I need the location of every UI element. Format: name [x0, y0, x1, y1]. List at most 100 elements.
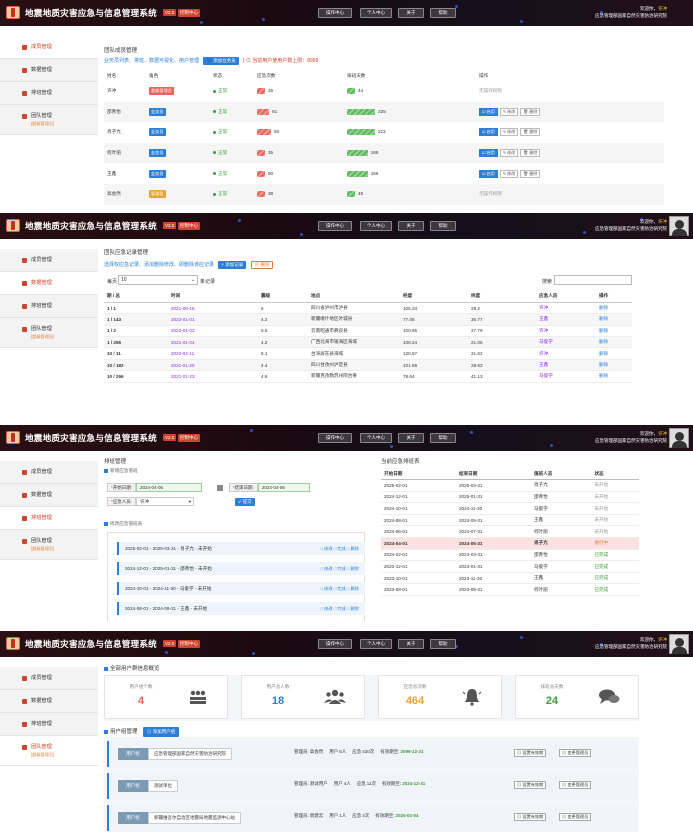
change-admin-button[interactable]: ▤ 变更管理员 [559, 781, 592, 789]
col-header[interactable]: 经度 [400, 291, 468, 303]
sidebar-item-members[interactable]: 成员管理 [0, 667, 98, 690]
nav-operation-center[interactable]: 操作中心 [318, 221, 352, 231]
start-date-field[interactable]: 2024-04-06 [136, 483, 203, 492]
nav-operation-center[interactable]: 操作中心 [318, 433, 352, 443]
delete-link[interactable]: 删除 [596, 347, 632, 360]
nav-about[interactable]: 关于 [398, 639, 424, 649]
record-latitude: 21.05 [468, 336, 536, 349]
list-item: 用户组 测试单位 管理员:测试用户 用户4人 应急11次 有效期至:2024-12-31 ▤… [107, 773, 637, 799]
sidebar-item-team[interactable]: 团队管理 [超级管理员] [0, 736, 98, 766]
sidebar-item-data[interactable]: 数据管理 [0, 272, 98, 295]
sidebar-item-team[interactable]: 团队管理 [超级管理员] [0, 105, 98, 135]
table-row: 1 / 266 2021-01-04 4.2 广西北海市银海区海域 109.24 21.0… [104, 336, 632, 349]
enable-button[interactable]: ☑ 启用 [479, 128, 498, 137]
nav-personal-center[interactable]: 个人中心 [360, 221, 392, 231]
duty-status: 未开始 [591, 514, 639, 527]
sidebar-item-team[interactable]: 团队管理 [超级管理员] [0, 318, 98, 348]
sidebar-item-team[interactable]: 团队管理 [超级管理员] [0, 530, 98, 560]
nav-personal-center[interactable]: 个人中心 [360, 8, 392, 18]
control-center-badge[interactable]: 控制中心 [178, 640, 200, 648]
sidebar-item-data[interactable]: 数据管理 [0, 59, 98, 82]
chevron-down-icon: ⌄ [190, 277, 195, 283]
nav-about[interactable]: 关于 [398, 8, 424, 18]
col-header[interactable]: 地点 [308, 291, 400, 303]
list-item[interactable]: 2024-12-01 - 2025-01-31 - 邵青怡 - 未开始 □ 修改 … [117, 562, 365, 575]
sidebar-item-members[interactable]: 成员管理 [0, 249, 98, 272]
delete-link[interactable]: 删除 [596, 313, 632, 326]
delete-button[interactable]: 🗑 删除 [520, 169, 541, 178]
avatar[interactable] [669, 216, 689, 236]
edit-button[interactable]: ✎ 修改 [499, 169, 519, 178]
sidebar-item-schedule[interactable]: 排班管理 [0, 713, 98, 736]
add-member-button[interactable]: 👤 添加业务员 [203, 57, 239, 65]
shift-actions[interactable]: □ 修改 □ 完成 □ 删除 [320, 542, 359, 555]
add-record-button[interactable]: + 添加记录 [218, 261, 247, 269]
nav-operation-center[interactable]: 操作中心 [318, 8, 352, 18]
delete-link[interactable]: 删除 [596, 359, 632, 372]
delete-link[interactable]: 删除 [596, 370, 632, 383]
control-center-badge[interactable]: 控制中心 [178, 434, 200, 442]
control-center-badge[interactable]: 控制中心 [178, 222, 200, 230]
shift-actions[interactable]: □ 修改 □ 完成 □ 删除 [320, 562, 359, 575]
col-header[interactable]: 操作 [596, 291, 632, 303]
duty-status: 未开始 [591, 479, 639, 492]
sidebar-item-data[interactable]: 数据管理 [0, 690, 98, 713]
enable-button[interactable]: ☑ 启用 [479, 149, 498, 158]
nav-personal-center[interactable]: 个人中心 [360, 433, 392, 443]
set-expiry-button[interactable]: ▤ 设置有效期 [514, 813, 547, 821]
shift-actions[interactable]: □ 修改 □ 完成 □ 删除 [320, 582, 359, 595]
avatar[interactable] [669, 634, 689, 654]
nav-personal-center[interactable]: 个人中心 [360, 639, 392, 649]
delete-link[interactable]: 删除 [596, 336, 632, 349]
delete-link[interactable]: 删除 [596, 325, 632, 338]
col-header[interactable]: 应急人员 [536, 291, 596, 303]
delete-link[interactable]: 删除 [596, 302, 632, 315]
list-item[interactable]: 2025-02-01 - 2025-03-31 - 肖子亢 - 未开始 □ 修改 … [117, 542, 365, 555]
submit-button[interactable]: ✓ 提交 [235, 498, 255, 506]
sidebar-item-schedule[interactable]: 排班管理 [0, 295, 98, 318]
sidebar-item-data[interactable]: 数据管理 [0, 484, 98, 507]
person-select[interactable]: 许冲 ▾ [136, 497, 195, 506]
delete-record-button[interactable]: ⊘ 删除 [250, 261, 274, 269]
edit-button[interactable]: ✎ 修改 [499, 149, 519, 158]
nav-about[interactable]: 关于 [398, 221, 424, 231]
list-item[interactable]: 2024-10-01 - 2024-11-30 - 马俊学 - 未开始 □ 修改 … [117, 582, 365, 595]
enable-button[interactable]: ☑ 启用 [479, 169, 498, 178]
nav-help[interactable]: 帮助 [430, 8, 456, 18]
end-date-field[interactable]: 2024-04-06 [257, 483, 310, 492]
date-swap-icon[interactable] [217, 484, 224, 491]
col-header[interactable]: 期 / 总 [104, 291, 168, 303]
nav-help[interactable]: 帮助 [430, 433, 456, 443]
nav-help[interactable]: 帮助 [430, 639, 456, 649]
delete-button[interactable]: 🗑 删除 [520, 128, 541, 137]
sidebar-item-schedule[interactable]: 排班管理 [0, 507, 98, 530]
enable-button[interactable]: ☑ 启用 [479, 107, 498, 116]
edit-button[interactable]: ✎ 修改 [499, 107, 519, 116]
delete-button[interactable]: 🗑 删除 [520, 107, 541, 116]
page-size-select[interactable]: 10 ⌄ [118, 275, 198, 285]
member-links[interactable]: 业务员列表、排班、数据可视化、用户管理 [104, 58, 199, 64]
set-expiry-button[interactable]: ▤ 设置有效期 [514, 781, 547, 789]
change-admin-button[interactable]: ▤ 变更管理员 [559, 749, 592, 757]
col-header[interactable]: 纬度 [468, 291, 536, 303]
edit-button[interactable]: ✎ 修改 [499, 128, 519, 137]
nav-operation-center[interactable]: 操作中心 [318, 639, 352, 649]
col-header[interactable]: 震级 [258, 291, 308, 303]
sidebar-item-schedule[interactable]: 排班管理 [0, 82, 98, 105]
sidebar-item-members[interactable]: 成员管理 [0, 36, 98, 59]
sidebar-item-members[interactable]: 成员管理 [0, 461, 98, 484]
list-item[interactable]: 2024-08-01 - 2024-09-31 - 王鑫 - 未开始 □ 修改 □… [117, 602, 365, 615]
avatar[interactable] [669, 428, 689, 448]
col-header[interactable]: 时间 [168, 291, 258, 303]
delete-button[interactable]: 🗑 删除 [520, 149, 541, 158]
nav-about[interactable]: 关于 [398, 433, 424, 443]
nav-help[interactable]: 帮助 [430, 221, 456, 231]
change-admin-label: 变更管理员 [567, 750, 589, 755]
record-links[interactable]: 选择权应急记录、添加删除修改、即删除该应记录 [104, 262, 214, 268]
change-admin-button[interactable]: ▤ 变更管理员 [559, 813, 592, 821]
shift-actions[interactable]: □ 修改 □ 完成 □ 删除 [320, 602, 359, 615]
set-expiry-button[interactable]: ▤ 设置有效期 [514, 749, 547, 757]
control-center-badge[interactable]: 控制中心 [178, 9, 200, 17]
add-group-button[interactable]: ▤ 添加用户组 [142, 727, 180, 737]
search-input[interactable] [554, 275, 632, 285]
